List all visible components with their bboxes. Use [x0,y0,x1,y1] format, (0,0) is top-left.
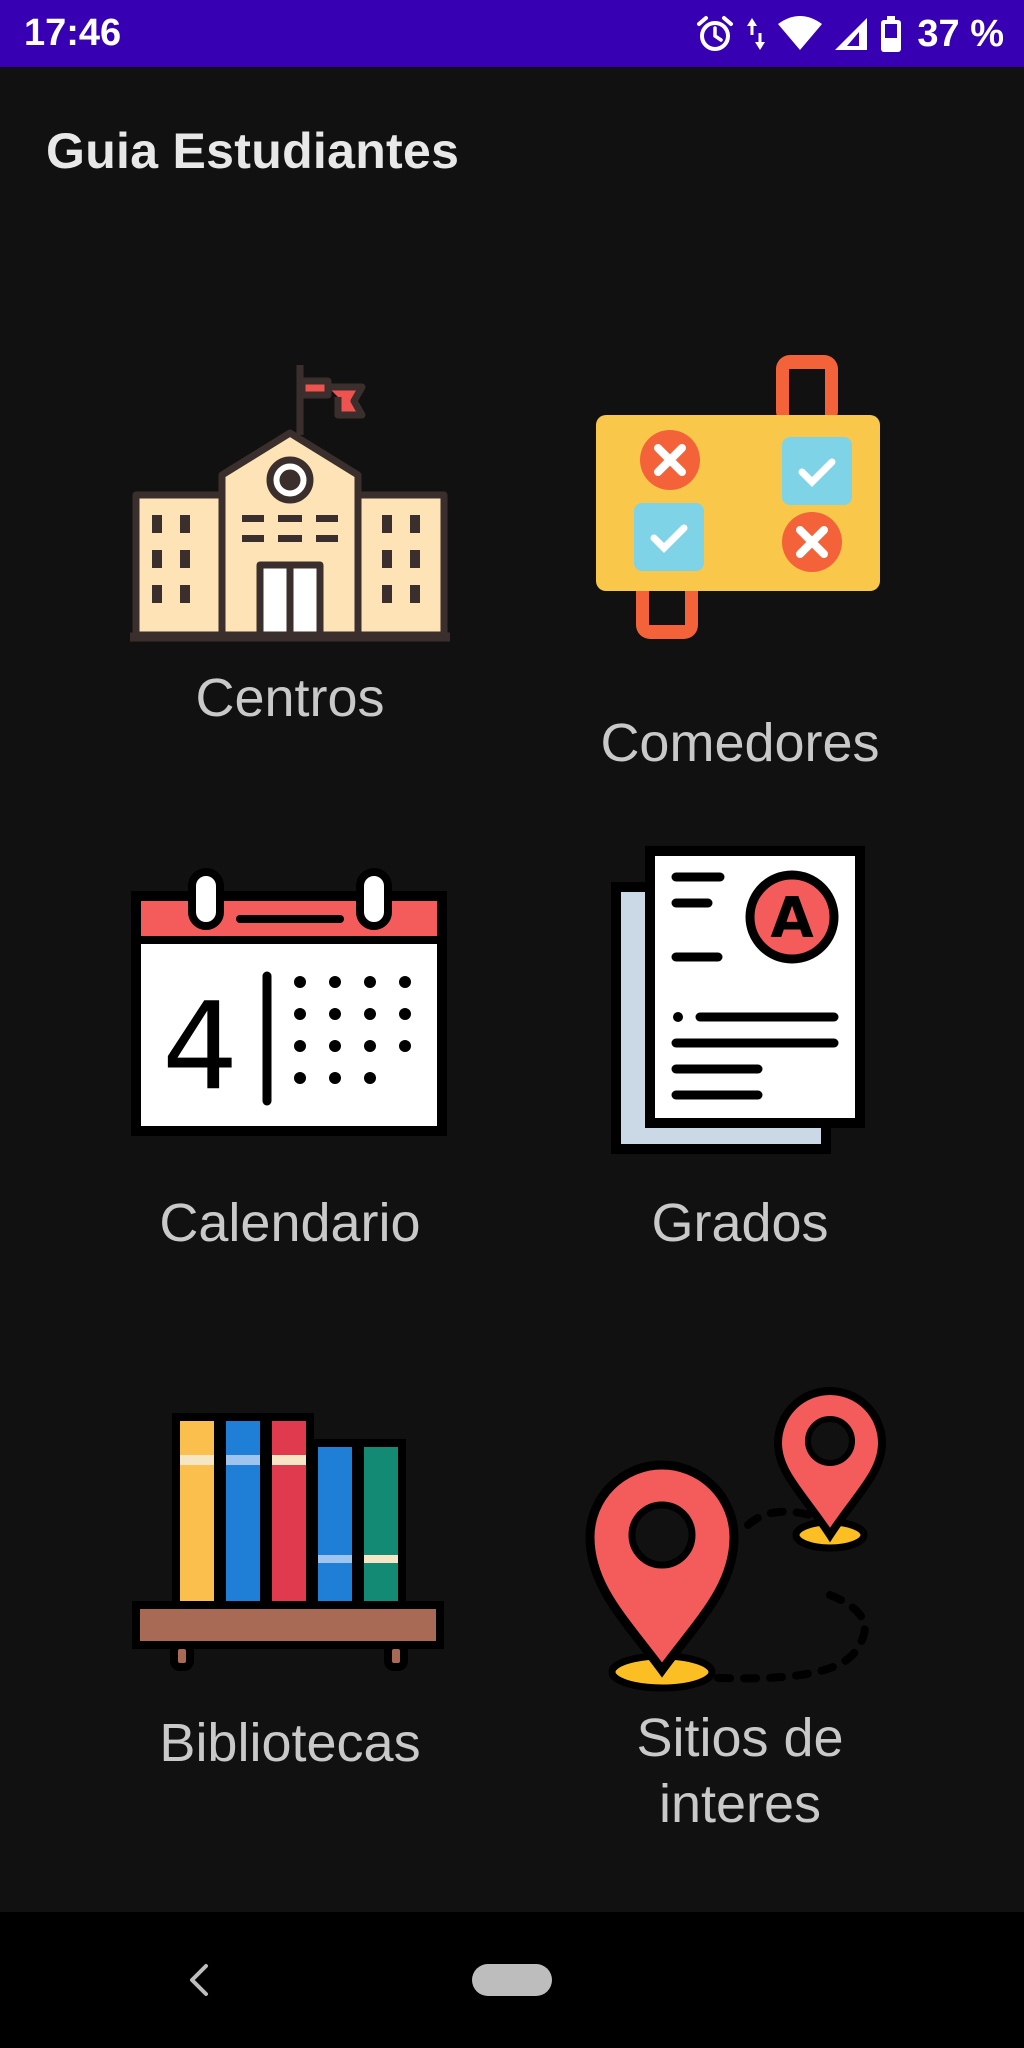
menu-label-sitios-line1: Sitios de [636,1708,844,1768]
grade-document-icon: A [611,846,865,1154]
menu-tile-calendario[interactable]: 4 Calendario [120,860,460,1260]
menu-tile-bibliotecas[interactable]: Bibliotecas [120,1405,460,1785]
menu-label-sitios-line2: interes [658,1774,822,1834]
status-icons: 37 % [695,10,1004,58]
grade-letter: A [770,886,814,951]
battery-percent: 37 % [917,12,1004,55]
calendar-icon: 4 [131,868,447,1136]
status-bar: 17:46 37 % [0,0,1024,67]
calendar-day-number: 4 [162,978,238,1117]
wifi-icon [778,16,823,50]
map-pins-icon [585,1387,887,1692]
status-time: 17:46 [24,12,122,54]
app-title: Guia Estudiantes [46,123,460,179]
school-building-icon [130,365,450,642]
data-arrows-icon [747,18,766,50]
menu-label-centros: Centros [195,668,385,728]
menu-tile-centros[interactable]: Centros [120,350,460,740]
app-bar: Guia Estudiantes [0,67,1024,187]
battery-icon [881,16,902,52]
menu-tile-grados[interactable]: A Grados [570,840,910,1260]
menu-label-bibliotecas: Bibliotecas [159,1713,421,1773]
menu-tile-sitios[interactable]: Sitios de interes [570,1380,910,1840]
menu-label-comedores: Comedores [600,713,880,773]
bookshelf-icon [132,1413,444,1671]
food-tray-icon [596,355,880,639]
home-pill-icon[interactable] [472,1964,552,1996]
menu-label-calendario: Calendario [159,1193,421,1253]
menu-label-grados: Grados [651,1193,829,1253]
cell-signal-icon [835,18,868,50]
back-icon[interactable] [180,1948,216,2012]
menu-tile-comedores[interactable]: Comedores [570,350,910,780]
alarm-icon [697,16,734,51]
